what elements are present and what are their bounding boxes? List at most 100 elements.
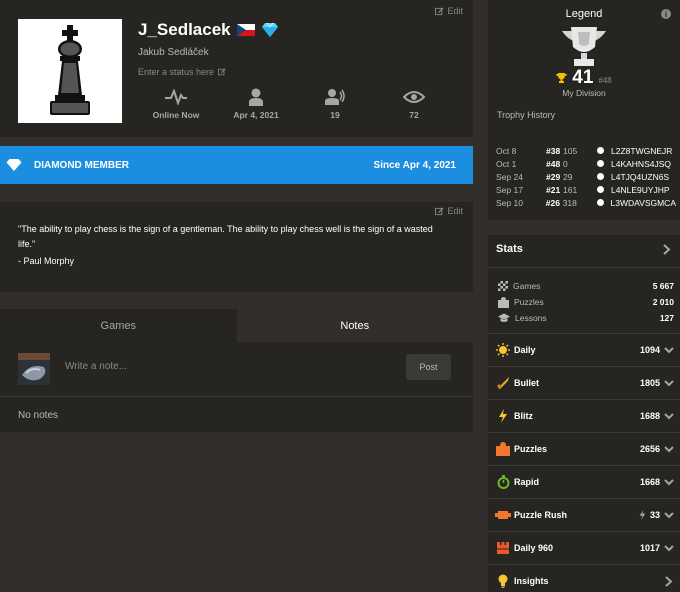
history-points: 29 — [563, 171, 573, 182]
league-rank-number: 41 — [572, 67, 594, 88]
history-date: Oct 8 — [496, 145, 517, 156]
tab-games[interactable]: Games — [0, 309, 237, 342]
bullet-icon — [497, 377, 509, 389]
avatar[interactable] — [18, 19, 122, 123]
note-input[interactable]: Write a note... — [65, 361, 127, 372]
stat-value: 2656 — [639, 444, 660, 454]
notes-panel: Write a note... Post No notes — [0, 342, 473, 432]
stat-label: Daily — [514, 345, 536, 355]
stats-title[interactable]: Stats — [496, 243, 523, 255]
chevron-down-icon — [664, 478, 674, 485]
total-label: Lessons — [515, 313, 547, 323]
diamond-icon — [6, 159, 22, 171]
games-notes-tabs: Games Notes — [0, 309, 473, 342]
history-date: Sep 24 — [496, 171, 523, 182]
trophy-history-row[interactable]: Oct 1 #48 0 L4KAHNS4JSQ — [496, 157, 676, 170]
stats-totals: Games 5 667 Puzzles 2 010 Lessons 127 — [498, 278, 674, 326]
about-quote: Edit "The ability to play chess is the s… — [0, 202, 473, 292]
total-lessons[interactable]: Lessons 127 — [498, 310, 674, 326]
league-card: Legend i 41 #48 My Division Trophy Histo… — [488, 0, 680, 220]
trophy-icon — [556, 73, 568, 83]
stat-daily-960[interactable]: Daily 960 1017 — [488, 531, 680, 564]
chevron-down-icon — [664, 544, 674, 551]
history-rank: #21 — [546, 184, 561, 195]
czech-flag-icon — [236, 24, 255, 36]
history-rank: #29 — [546, 171, 561, 182]
joined-date-label: Apr 4, 2021 — [233, 110, 279, 120]
bulb-icon — [498, 574, 508, 588]
chevron-right-icon — [665, 575, 673, 587]
edit-icon — [435, 206, 444, 215]
profile-card: Edit J_Sedlacek Jakub Sedláček Enter a s… — [0, 0, 473, 137]
dot-icon — [597, 160, 604, 167]
joined-date: Apr 4, 2021 — [216, 86, 296, 120]
quote-text: "The ability to play chess is the sign o… — [18, 222, 448, 269]
stat-value: 1688 — [639, 411, 660, 421]
history-points: 161 — [563, 184, 578, 195]
friends-count[interactable]: 19 — [295, 86, 375, 120]
league-trophy-icon — [559, 27, 609, 70]
stat-rapid[interactable]: Rapid 1668 — [488, 465, 680, 498]
quote-author: - Paul Morphy — [18, 256, 75, 266]
edit-icon — [435, 6, 444, 15]
puzzle-rush-icon — [495, 511, 511, 519]
stat-label: Bullet — [514, 378, 540, 388]
history-code: L2Z8TWGNEJR — [611, 145, 673, 156]
chevron-down-icon — [664, 346, 674, 353]
friends-count-label: 19 — [330, 110, 340, 120]
username-row: J_Sedlacek — [138, 20, 279, 40]
my-division-link[interactable]: My Division — [488, 88, 680, 98]
grad-cap-icon — [498, 313, 510, 322]
info-icon[interactable]: i — [661, 9, 671, 19]
diamond-icon — [261, 22, 278, 37]
daily960-icon — [497, 542, 509, 554]
trophy-history-list: Oct 8 #38 105 L2Z8TWGNEJR Oct 1 #48 0 L4KAHNS4… — [496, 144, 676, 209]
total-games[interactable]: Games 5 667 — [498, 278, 674, 294]
stat-label: Blitz — [514, 411, 533, 421]
stat-insights[interactable]: Insights — [488, 564, 680, 592]
stat-daily[interactable]: Daily 1094 — [488, 333, 680, 366]
history-points: 0 — [563, 158, 568, 169]
views-count-label: 72 — [409, 110, 419, 120]
stat-puzzles[interactable]: Puzzles 2656 — [488, 432, 680, 465]
friends-icon — [325, 89, 345, 105]
stat-label: Puzzles — [514, 444, 548, 454]
stat-bullet[interactable]: Bullet 1805 — [488, 366, 680, 399]
trophy-history-row[interactable]: Sep 24 #29 29 L4TJQ4UZN6S — [496, 170, 676, 183]
profile-edit-link[interactable]: Edit — [435, 6, 463, 16]
diamond-member-banner[interactable]: DIAMOND MEMBER Since Apr 4, 2021 — [0, 146, 473, 184]
post-button[interactable]: Post — [406, 354, 451, 380]
stat-blitz[interactable]: Blitz 1688 — [488, 399, 680, 432]
puzzle-icon — [498, 296, 509, 308]
quote-edit-link[interactable]: Edit — [435, 206, 463, 216]
trophy-history-row[interactable]: Sep 17 #21 161 L4NLE9UYJHP — [496, 183, 676, 196]
total-puzzles[interactable]: Puzzles 2 010 — [498, 294, 674, 310]
quote-body: "The ability to play chess is the sign o… — [18, 224, 433, 249]
lightning-icon — [639, 510, 646, 520]
chevron-down-icon — [664, 379, 674, 386]
stat-value: 33 — [649, 510, 660, 520]
stat-value: 1017 — [639, 543, 660, 553]
history-date: Sep 10 — [496, 197, 523, 208]
puzzle-piece-icon — [496, 442, 510, 456]
eye-icon — [403, 91, 425, 103]
edit-label: Edit — [447, 6, 463, 16]
tab-notes[interactable]: Notes — [236, 309, 473, 342]
stat-label: Insights — [514, 576, 549, 586]
history-code: L4KAHNS4JSQ — [611, 158, 671, 169]
username: J_Sedlacek — [138, 20, 231, 39]
stat-puzzle-rush[interactable]: Puzzle Rush 33 — [488, 498, 680, 531]
status-field[interactable]: Enter a status here — [138, 67, 226, 77]
stat-value: 1668 — [639, 477, 660, 487]
stat-label: Puzzle Rush — [514, 510, 568, 520]
history-points: 105 — [563, 145, 578, 156]
trophy-history-row[interactable]: Sep 10 #26 318 L3WDAVSGMCA — [496, 196, 676, 209]
trophy-history-row[interactable]: Oct 8 #38 105 L2Z8TWGNEJR — [496, 144, 676, 157]
stopwatch-icon — [497, 475, 509, 489]
chess-king-icon — [50, 25, 90, 115]
total-value: 127 — [659, 313, 674, 323]
trophy-history-title: Trophy History — [497, 110, 556, 120]
stat-value: 1094 — [639, 345, 660, 355]
chevron-right-icon[interactable] — [663, 244, 671, 258]
total-label: Games — [513, 281, 541, 291]
